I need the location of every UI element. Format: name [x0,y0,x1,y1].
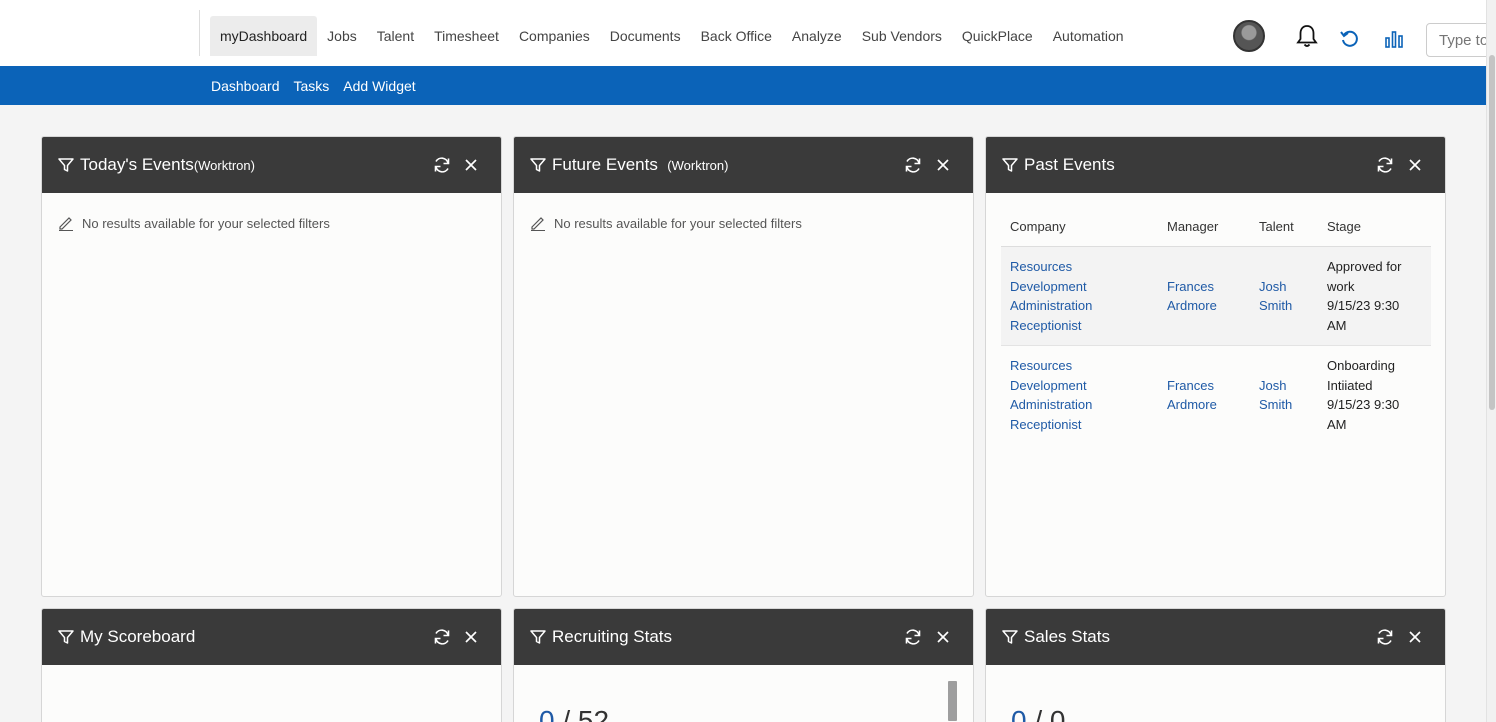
manager-link[interactable]: Frances Ardmore [1167,378,1217,413]
widget-header: Recruiting Stats [514,609,973,665]
empty-message: No results available for your selected f… [530,215,802,231]
stat-count[interactable]: 0 [539,705,555,722]
nav-divider [199,10,200,56]
pencil-icon [59,217,73,231]
widget-header: Past Events [986,137,1445,193]
scrollbar-thumb[interactable] [1489,55,1495,410]
close-icon[interactable] [936,158,950,172]
nav-item-mydashboard[interactable]: myDashboard [210,16,318,56]
refresh-icon[interactable] [1375,627,1395,647]
stat-separator: / [554,705,578,722]
refresh-icon[interactable] [903,155,923,175]
top-navigation-bar: myDashboard Jobs Talent Timesheet Compan… [0,0,1496,66]
nav-item-sub-vendors[interactable]: Sub Vendors [852,16,952,56]
widget-my-scoreboard: My Scoreboard [41,608,502,722]
nav-item-back-office[interactable]: Back Office [691,16,782,56]
recruiting-stat-value: 0 / 52 [539,705,609,722]
empty-message: No results available for your selected f… [58,215,330,231]
talent-link[interactable]: Josh Smith [1259,378,1292,413]
nav-item-analyze[interactable]: Analyze [782,16,852,56]
close-icon[interactable] [464,630,478,644]
nav-item-quickplace[interactable]: QuickPlace [952,16,1043,56]
widget-title: Future Events (Worktron) [552,155,729,174]
close-icon[interactable] [1408,630,1422,644]
widget-header: Future Events (Worktron) [514,137,973,193]
widget-title: Past Events [1024,155,1115,174]
widget-recruiting-stats: Recruiting Stats 0 / 52 [513,608,974,722]
stage-text: Approved for work [1327,259,1402,294]
table-row: Resources Development Administration Rec… [1001,346,1431,445]
past-events-table: Company Manager Talent Stage Resources D… [1001,215,1431,444]
filter-icon[interactable] [1002,629,1018,645]
subnav-tasks[interactable]: Tasks [294,78,330,94]
page-scrollbar[interactable] [1486,0,1496,722]
history-icon[interactable] [1340,29,1360,49]
nav-item-jobs[interactable]: Jobs [317,16,367,56]
widget-header: My Scoreboard [42,609,501,665]
filter-icon[interactable] [1002,157,1018,173]
refresh-icon[interactable] [903,627,923,647]
filter-icon[interactable] [58,629,74,645]
widget-future-events: Future Events (Worktron) No results avai… [513,136,974,597]
company-link[interactable]: Resources Development Administration Rec… [1010,259,1092,333]
close-icon[interactable] [936,630,950,644]
nav-item-companies[interactable]: Companies [509,16,600,56]
widget-title: My Scoreboard [80,627,196,646]
nav-item-automation[interactable]: Automation [1043,16,1134,56]
column-header-talent[interactable]: Talent [1250,215,1318,247]
sales-stat-value: 0 / 0 [1011,705,1066,722]
widget-title: Recruiting Stats [552,627,672,646]
chart-icon[interactable] [1384,30,1404,48]
talent-link[interactable]: Josh Smith [1259,279,1292,314]
nav-item-talent[interactable]: Talent [367,16,424,56]
subnav-add-widget[interactable]: Add Widget [343,78,415,94]
refresh-icon[interactable] [1375,155,1395,175]
nav-item-timesheet[interactable]: Timesheet [424,16,509,56]
refresh-icon[interactable] [432,627,452,647]
table-header-row: Company Manager Talent Stage [1001,215,1431,247]
nav-item-documents[interactable]: Documents [600,16,691,56]
table-row: Resources Development Administration Rec… [1001,246,1431,346]
close-icon[interactable] [464,158,478,172]
stat-separator: / [1026,705,1050,722]
refresh-icon[interactable] [432,155,452,175]
widget-header: Today's Events(Worktron) [42,137,501,193]
pencil-icon [531,217,545,231]
widget-title: Sales Stats [1024,627,1110,646]
widget-past-events: Past Events Company Manager Talent Stage… [985,136,1446,597]
close-icon[interactable] [1408,158,1422,172]
subnav-dashboard[interactable]: Dashboard [211,78,280,94]
sub-navigation-bar: Dashboard Tasks Add Widget [0,66,1486,105]
stage-date: 9/15/23 9:30 AM [1327,397,1400,432]
company-link[interactable]: Resources Development Administration Rec… [1010,358,1092,432]
empty-message-text: No results available for your selected f… [554,215,802,231]
widget-todays-events: Today's Events(Worktron) No results avai… [41,136,502,597]
stage-text: Onboarding Intiiated [1327,358,1395,393]
empty-message-text: No results available for your selected f… [82,215,330,231]
widget-sales-stats: Sales Stats 0 / 0 [985,608,1446,722]
widget-header: Sales Stats [986,609,1445,665]
column-header-manager[interactable]: Manager [1158,215,1250,247]
stat-count[interactable]: 0 [1011,705,1027,722]
widget-title: Today's Events(Worktron) [80,155,255,174]
avatar[interactable] [1233,20,1265,52]
widget-scrollbar-thumb[interactable] [948,681,957,721]
column-header-stage[interactable]: Stage [1318,215,1431,247]
bell-icon[interactable] [1296,24,1318,48]
stat-total: 52 [577,705,610,722]
manager-link[interactable]: Frances Ardmore [1167,279,1217,314]
main-nav: myDashboard Jobs Talent Timesheet Compan… [210,16,1134,56]
filter-icon[interactable] [58,157,74,173]
stat-total: 0 [1049,705,1066,722]
stage-date: 9/15/23 9:30 AM [1327,298,1400,333]
filter-icon[interactable] [530,629,546,645]
filter-icon[interactable] [530,157,546,173]
column-header-company[interactable]: Company [1001,215,1158,247]
